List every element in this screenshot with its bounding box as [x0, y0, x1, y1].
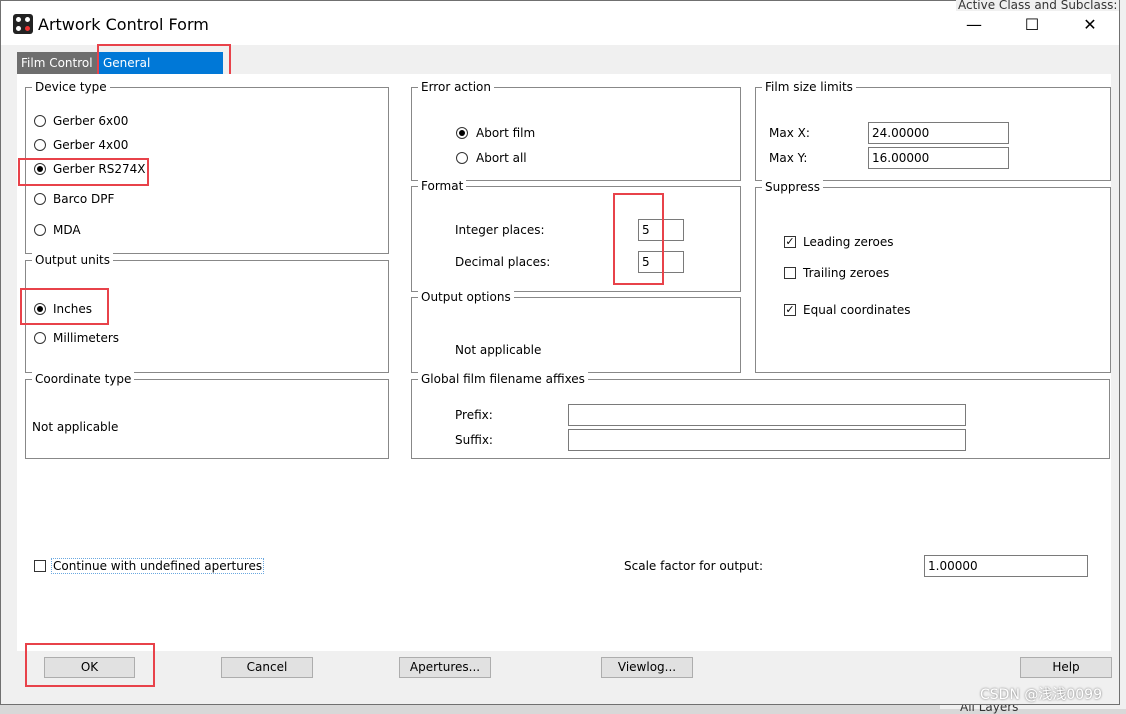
cancel-button[interactable]: Cancel — [221, 657, 313, 678]
equal-coordinates-checkbox[interactable]: ✓ — [784, 304, 796, 316]
tab-film-control[interactable]: Film Control — [17, 52, 99, 74]
radio-barco-dpf[interactable] — [34, 193, 46, 205]
prefix-label: Prefix: — [455, 408, 493, 422]
radio-gerber-rs274x[interactable] — [34, 163, 46, 175]
continue-undefined-apertures-checkbox[interactable] — [34, 560, 46, 572]
leading-zeroes-checkbox[interactable]: ✓ — [784, 236, 796, 248]
artwork-control-form-window: Artwork Control Form — ☐ ✕ Film Control … — [0, 0, 1120, 705]
close-button[interactable]: ✕ — [1067, 11, 1113, 39]
prefix-input[interactable] — [568, 404, 966, 426]
integer-places-label: Integer places: — [455, 223, 545, 237]
watermark: CSDN @浅浅0099 — [980, 687, 1102, 703]
app-icon — [13, 14, 33, 34]
radio-abort-all[interactable] — [456, 152, 468, 164]
abort-all-label: Abort all — [476, 151, 527, 165]
output-options-group: Output options — [411, 290, 741, 373]
max-y-input[interactable]: 16.00000 — [868, 147, 1009, 169]
viewlog-button[interactable]: Viewlog... — [601, 657, 693, 678]
film-size-title: Film size limits — [762, 80, 856, 94]
title-bar: Artwork Control Form — ☐ ✕ — [1, 1, 1119, 45]
gerber-4x00-label: Gerber 4x00 — [53, 138, 129, 152]
radio-mda[interactable] — [34, 224, 46, 236]
integer-places-input[interactable]: 5 — [638, 219, 684, 241]
suffix-label: Suffix: — [455, 433, 493, 447]
equal-coordinates-label: Equal coordinates — [803, 303, 911, 317]
gerber-6x00-label: Gerber 6x00 — [53, 114, 129, 128]
trailing-zeroes-label: Trailing zeroes — [803, 266, 890, 280]
output-options-text: Not applicable — [455, 343, 542, 357]
trailing-zeroes-checkbox[interactable] — [784, 267, 796, 279]
ok-button[interactable]: OK — [44, 657, 135, 678]
millimeters-label: Millimeters — [53, 331, 120, 345]
apertures-button[interactable]: Apertures... — [399, 657, 491, 678]
continue-undefined-apertures-label[interactable]: Continue with undefined apertures — [51, 558, 265, 574]
mda-label: MDA — [53, 223, 81, 237]
tab-general-parameters[interactable]: General Parameters — [99, 52, 223, 92]
error-action-title: Error action — [418, 80, 495, 94]
radio-abort-film[interactable] — [456, 127, 468, 139]
suppress-title: Suppress — [762, 180, 824, 194]
abort-film-label: Abort film — [476, 126, 536, 140]
window-title: Artwork Control Form — [38, 15, 209, 34]
output-units-title: Output units — [32, 253, 113, 267]
leading-zeroes-label: Leading zeroes — [803, 235, 894, 249]
suppress-group: Suppress — [755, 180, 1111, 373]
inches-label: Inches — [53, 302, 92, 316]
affixes-title: Global film filename affixes — [418, 372, 588, 386]
radio-gerber-6x00[interactable] — [34, 115, 46, 127]
format-group: Format — [411, 179, 741, 292]
output-options-title: Output options — [418, 290, 514, 304]
output-units-group: Output units — [25, 253, 389, 373]
decimal-places-input[interactable]: 5 — [638, 251, 684, 273]
device-type-title: Device type — [32, 80, 110, 94]
gerber-rs274x-label: Gerber RS274X — [53, 162, 146, 176]
scale-factor-label: Scale factor for output: — [624, 559, 764, 573]
max-x-label: Max X: — [769, 126, 810, 140]
background-window-text: Active Class and Subclass: — [956, 0, 1120, 12]
suffix-input[interactable] — [568, 429, 966, 451]
max-y-label: Max Y: — [769, 151, 808, 165]
maximize-button[interactable]: ☐ — [1009, 11, 1055, 39]
radio-inches[interactable] — [34, 303, 46, 315]
minimize-button[interactable]: — — [951, 11, 997, 39]
scale-factor-input[interactable]: 1.00000 — [924, 555, 1088, 577]
coordinate-type-text: Not applicable — [32, 420, 119, 434]
coordinate-type-group: Coordinate type — [25, 372, 389, 459]
radio-gerber-4x00[interactable] — [34, 139, 46, 151]
max-x-input[interactable]: 24.00000 — [868, 122, 1009, 144]
help-button[interactable]: Help — [1020, 657, 1112, 678]
barco-dpf-label: Barco DPF — [53, 192, 115, 206]
decimal-places-label: Decimal places: — [455, 255, 551, 269]
format-title: Format — [418, 179, 467, 193]
coordinate-type-title: Coordinate type — [32, 372, 135, 386]
radio-millimeters[interactable] — [34, 332, 46, 344]
